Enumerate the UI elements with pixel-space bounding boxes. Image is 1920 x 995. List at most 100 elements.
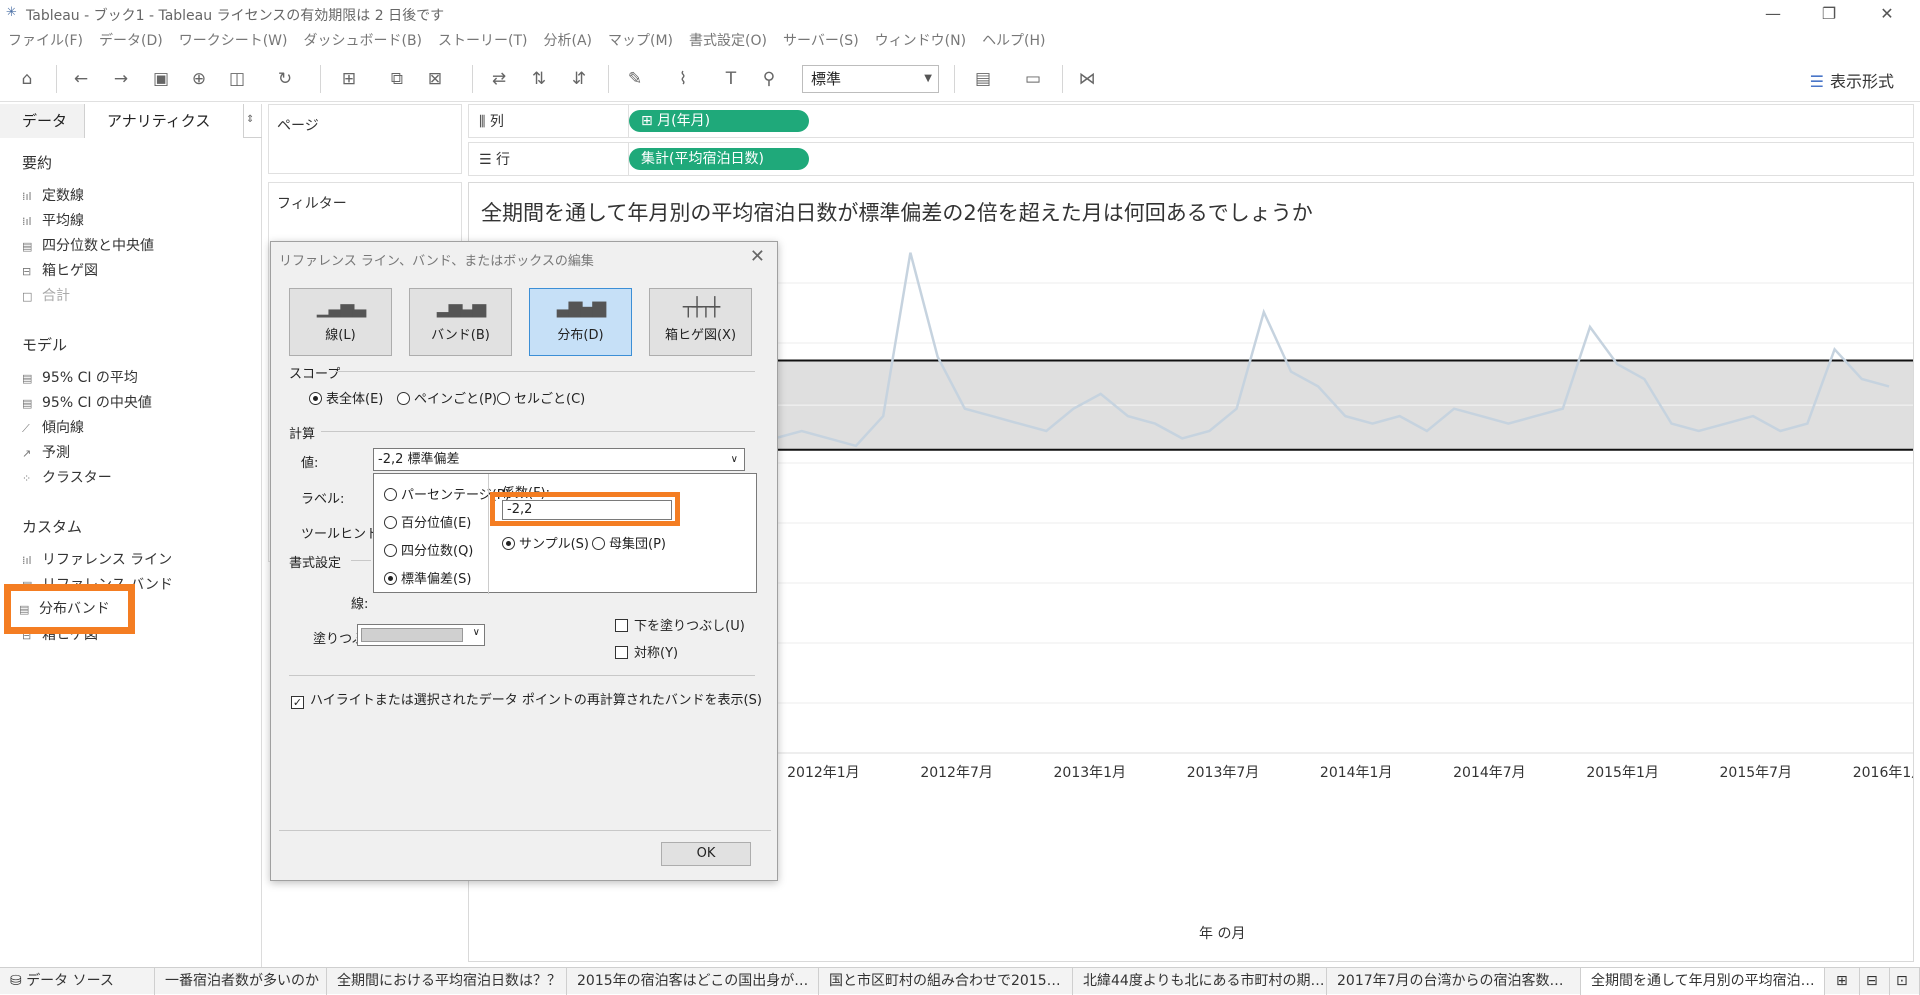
menu-server[interactable]: サーバー(S): [775, 28, 867, 54]
symmetric-checkbox[interactable]: 対称(Y): [615, 642, 678, 661]
sort-ascending-icon[interactable]: ⇅: [526, 66, 552, 92]
factor-highlight: [490, 492, 680, 526]
item-label: 傾向線: [42, 420, 84, 436]
analytics-item-boxplot[interactable]: ⊟箱ヒゲ図: [22, 260, 98, 282]
menu-file[interactable]: ファイル(F): [0, 28, 91, 54]
ok-button[interactable]: OK: [661, 842, 751, 866]
checkbox-checked: ✓: [291, 696, 304, 709]
sheet-tab[interactable]: 国と市区町村の組み合わせで2015…: [819, 968, 1073, 995]
fill-below-checkbox[interactable]: 下を塗りつぶし(U): [615, 615, 745, 634]
scope-table[interactable]: 表全体(E): [309, 388, 383, 407]
pages-shelf[interactable]: ページ: [268, 104, 462, 174]
row-pill[interactable]: 集計(平均宿泊日数): [629, 148, 809, 170]
option-percentile[interactable]: 百分位値(E): [384, 512, 471, 531]
value-select[interactable]: -2,2 標準偏差∨: [373, 448, 745, 471]
item-label: 合計: [42, 288, 70, 304]
menu-data[interactable]: データ(D): [91, 28, 171, 54]
menu-dashboard[interactable]: ダッシュボード(B): [295, 28, 430, 54]
option-std-dev[interactable]: 標準偏差(S): [384, 568, 471, 587]
column-pill[interactable]: ⊞ 月(年月): [629, 110, 809, 132]
pane-menu-icon[interactable]: ⇕: [246, 114, 254, 125]
menu-help[interactable]: ヘルプ(H): [974, 28, 1053, 54]
menu-analysis[interactable]: 分析(A): [536, 28, 601, 54]
close-icon[interactable]: ✕: [750, 246, 765, 267]
clear-sheet-icon[interactable]: ⊠: [422, 66, 448, 92]
pause-update-icon[interactable]: ◫: [224, 66, 250, 92]
columns-shelf[interactable]: ⫼ 列 ⊞ 月(年月): [468, 104, 1914, 138]
restore-button[interactable]: ❐: [1806, 2, 1852, 26]
radio: [497, 392, 510, 405]
duplicate-icon[interactable]: ⧉: [384, 66, 410, 92]
tab-data[interactable]: データ: [0, 104, 89, 138]
menu-map[interactable]: マップ(M): [600, 28, 681, 54]
redo-icon[interactable]: →: [108, 66, 134, 92]
scope-pane[interactable]: ペインごと(P): [397, 388, 497, 407]
new-story-tab-icon[interactable]: ⊡: [1890, 968, 1920, 995]
refresh-icon[interactable]: ↻: [272, 66, 298, 92]
save-icon[interactable]: ▣: [148, 66, 174, 92]
new-worksheet-icon[interactable]: ⊞: [336, 66, 362, 92]
tab-analytics[interactable]: アナリティクス: [84, 104, 244, 138]
home-icon[interactable]: ⌂: [14, 66, 40, 92]
radio: [397, 392, 410, 405]
analytics-item-ci-median[interactable]: ▤95% CI の中央値: [22, 392, 152, 414]
distribution-band-highlight[interactable]: ▤分布バンド: [4, 584, 135, 634]
fill-select[interactable]: ∨: [357, 624, 485, 646]
menu-format[interactable]: 書式設定(O): [681, 28, 775, 54]
option-quartiles[interactable]: 四分位数(Q): [384, 540, 473, 559]
band-type-icon: ▂▅▃▅: [410, 297, 511, 318]
analytics-item-forecast[interactable]: ↗予測: [22, 442, 70, 464]
menu-window[interactable]: ウィンドウ(N): [867, 28, 974, 54]
scope-cell[interactable]: セルごと(C): [497, 388, 585, 407]
sort-descending-icon[interactable]: ⇵: [566, 66, 592, 92]
type-band-button[interactable]: ▂▅▃▅バンド(B): [409, 288, 512, 356]
menu-story[interactable]: ストーリー(T): [430, 28, 535, 54]
presentation-icon[interactable]: ▭: [1020, 66, 1046, 92]
close-window-button[interactable]: ✕: [1864, 2, 1910, 26]
analytics-item-reference-line[interactable]: ⁞ılリファレンス ライン: [22, 549, 172, 571]
pin-icon[interactable]: ⚲: [756, 66, 782, 92]
menu-worksheet[interactable]: ワークシート(W): [171, 28, 296, 54]
highlight-recalc-checkbox[interactable]: ✓ハイライトまたは選択されたデータ ポイントの再計算されたバンドを表示(S): [291, 689, 762, 709]
highlight-icon[interactable]: ✎: [622, 66, 648, 92]
sheet-tab-bar: ⛁ データ ソース 一番宿泊者数が多いのか 全期間における平均宿泊日数は？？ 2…: [0, 967, 1920, 994]
checkbox: [615, 646, 628, 659]
show-me-button[interactable]: ☰表示形式: [1810, 68, 1894, 92]
sheet-tab[interactable]: 2015年の宿泊客はどこの国出身が…: [567, 968, 819, 995]
rows-shelf[interactable]: ☰ 行 集計(平均宿泊日数): [468, 142, 1914, 176]
sample-label: サンプル(S): [519, 537, 589, 552]
new-worksheet-tab-icon[interactable]: ⊞: [1830, 968, 1860, 995]
population-radio[interactable]: 母集団(P): [592, 533, 666, 552]
analytics-item-constant-line[interactable]: ⁞ıl定数線: [22, 185, 84, 207]
label-icon[interactable]: T: [718, 66, 744, 92]
analytics-item-quartiles[interactable]: ▤四分位数と中央値: [22, 235, 154, 257]
sheet-tab[interactable]: 全期間における平均宿泊日数は？？: [327, 968, 567, 995]
analytics-item-distribution-band[interactable]: ▤分布バンド: [19, 598, 110, 620]
swap-icon[interactable]: ⇄: [486, 66, 512, 92]
analytics-item-trend[interactable]: ⟋傾向線: [22, 417, 84, 439]
sheet-tab[interactable]: 一番宿泊者数が多いのか: [155, 968, 327, 995]
new-datasource-icon[interactable]: ⊕: [186, 66, 212, 92]
tab-data-source[interactable]: ⛁ データ ソース: [0, 968, 155, 995]
item-label: 平均線: [42, 213, 84, 229]
analytics-item-average-line[interactable]: ⁞ıl平均線: [22, 210, 84, 232]
sheet-tab-active[interactable]: 全期間を通して年月別の平均宿泊…: [1581, 968, 1825, 995]
edit-reference-dialog: リファレンス ライン、バンド、またはボックスの編集 ✕ ▁▃▅▃線(L) ▂▅▃…: [270, 241, 778, 881]
group-icon[interactable]: ⌇: [670, 66, 696, 92]
show-cards-icon[interactable]: ▤: [970, 66, 996, 92]
analytics-item-ci-mean[interactable]: ▤95% CI の平均: [22, 367, 138, 389]
undo-icon[interactable]: ←: [68, 66, 94, 92]
type-distribution-button[interactable]: ▃▆▄▆分布(D): [529, 288, 632, 356]
sheet-tab[interactable]: 2017年7月の台湾からの宿泊客数…: [1327, 968, 1581, 995]
analytics-item-totals: □合計: [22, 285, 70, 307]
share-icon[interactable]: ⋈: [1074, 66, 1100, 92]
sample-radio[interactable]: サンプル(S): [502, 533, 589, 552]
minimize-button[interactable]: —: [1750, 2, 1796, 26]
analytics-item-cluster[interactable]: ⁘クラスター: [22, 467, 112, 489]
type-line-button[interactable]: ▁▃▅▃線(L): [289, 288, 392, 356]
sheet-tab[interactable]: 北緯44度よりも北にある市町村の期…: [1073, 968, 1327, 995]
scope-heading: スコープ: [289, 363, 340, 382]
type-boxplot-button[interactable]: ┬┼┬┼箱ヒゲ図(X): [649, 288, 752, 356]
new-dashboard-tab-icon[interactable]: ⊟: [1860, 968, 1890, 995]
fit-select[interactable]: 標準▼: [802, 65, 939, 93]
